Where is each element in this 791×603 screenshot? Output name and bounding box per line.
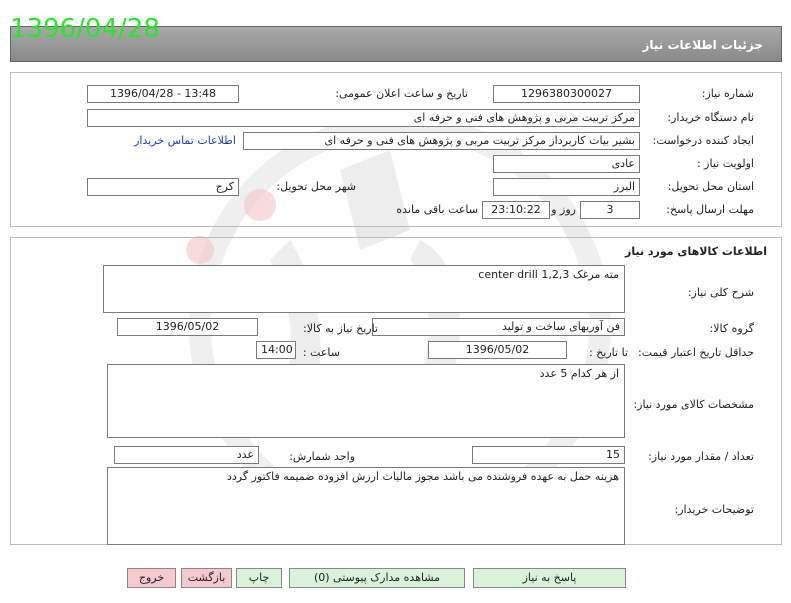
buyer-org-field: مرکز تربیت مربی و پژوهش های فنی و حرفه ا… (87, 109, 640, 127)
exit-button[interactable]: خروج (127, 568, 176, 588)
unit-label: واحد شمارش: (289, 450, 355, 463)
qty-label: تعداد / مقدار مورد نیاز: (648, 450, 754, 463)
need-number-label: شماره نیاز: (701, 87, 754, 100)
summary-field: مته مرغک center drill 1,2,3 (103, 265, 625, 313)
city-label: شهر محل تحویل: (276, 180, 356, 193)
validity-date-field: 1396/05/02 (428, 341, 567, 359)
page-title: جزئیات اطلاعات نیاز (642, 38, 763, 52)
buyer-org-label: نام دستگاه خریدار: (667, 111, 754, 124)
group-label: گروه کالا: (709, 322, 754, 335)
remaining-word: ساعت باقی مانده (396, 203, 478, 216)
buyer-contact-link[interactable]: اطلاعات تماس خریدار (134, 134, 236, 147)
group-field: فن آوریهای ساخت و تولید (372, 318, 625, 336)
reply-button[interactable]: پاسخ به نیاز (473, 568, 626, 588)
deadline-label: مهلت ارسال پاسخ: (666, 203, 754, 216)
buyer-notes-field: هزینه حمل به عهده فروشنده می باشد مجوز م… (107, 467, 625, 545)
validity-time-label: ساعت : (302, 346, 340, 359)
attachments-button[interactable]: مشاهده مدارک پیوستی (0) (289, 568, 465, 588)
priority-label: اولویت نیاز : (696, 157, 754, 170)
province-label: استان محل تحویل: (667, 180, 754, 193)
province-field: البرز (493, 178, 640, 196)
city-field: کرج (87, 178, 239, 196)
requester-field: بشیر بیات کاربرداز مرکز تربیت مربی و پژو… (243, 132, 640, 150)
days-word: روز و (551, 203, 576, 216)
announce-field: 1396/04/28 - 13:48 (87, 85, 239, 103)
validity-label: حداقل تاریخ اعتبار قیمت: (638, 346, 754, 359)
goods-section-title: اطلاعات کالاهای مورد نیاز (625, 245, 767, 258)
unit-field: عدد (114, 446, 259, 464)
buyer-notes-label: توضیحات خریدار: (674, 503, 755, 516)
summary-label: شرح کلی نیاز: (687, 286, 754, 299)
time-remaining-field: 23:10:22 (482, 201, 550, 219)
back-button[interactable]: بازگشت (181, 568, 232, 588)
to-date-label: تا تاریخ : (589, 346, 628, 359)
announce-label: تاریخ و ساعت اعلان عمومی: (335, 87, 468, 100)
need-date-label: تاریخ نیاز به کالا: (303, 322, 378, 335)
need-date-field: 1396/05/02 (117, 318, 258, 336)
spec-field: از هر کدام 5 عدد (107, 364, 625, 438)
days-field: 3 (580, 201, 640, 219)
print-button[interactable]: چاپ (236, 568, 282, 588)
need-number-field: 1296380300027 (493, 85, 640, 103)
priority-field: عادی (493, 155, 640, 173)
validity-time-field: 14:00 (256, 341, 296, 359)
stamp-date: 1396/04/28 (10, 14, 160, 44)
spec-label: مشخصات کالای مورد نیاز: (633, 398, 754, 411)
qty-field: 15 (472, 446, 625, 464)
requester-label: ایجاد کننده درخواست: (652, 134, 754, 147)
